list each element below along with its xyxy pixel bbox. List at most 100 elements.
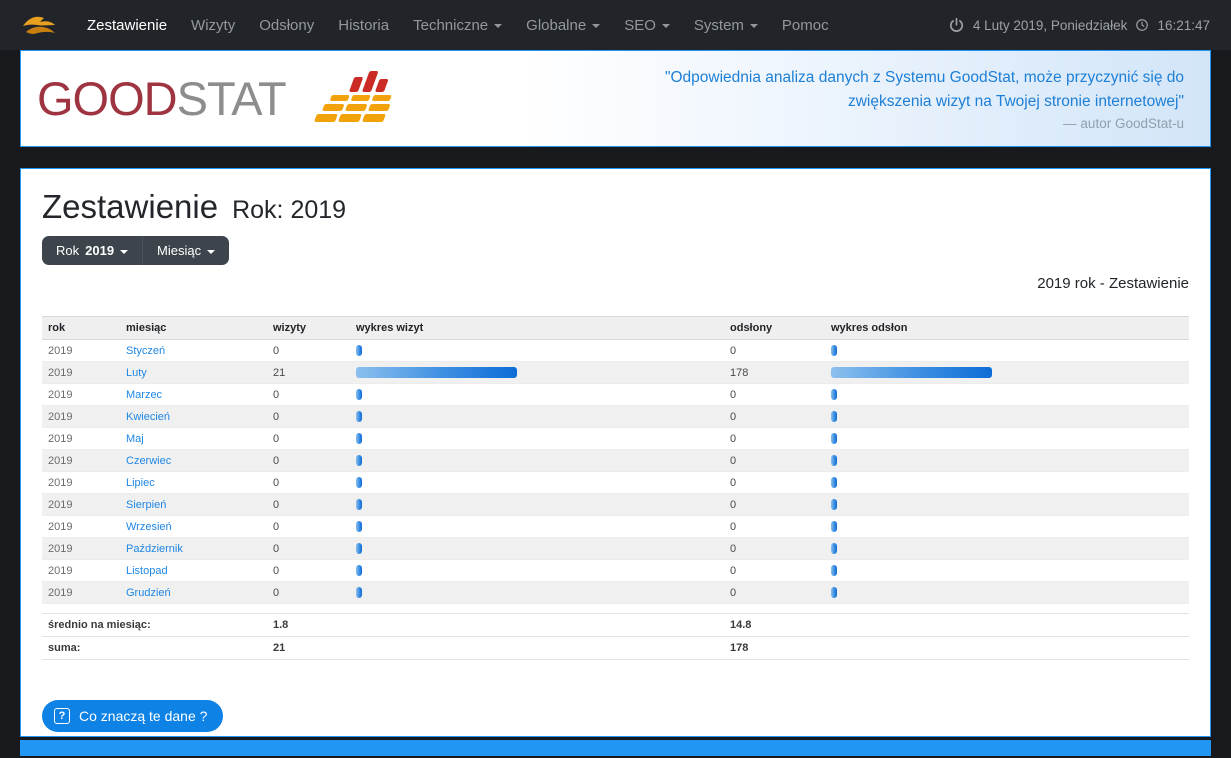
cell-wizyty: 0 xyxy=(267,559,350,582)
odslony-bar xyxy=(831,345,837,356)
month-link-styczen[interactable]: Styczeń xyxy=(126,345,165,357)
cell-rok: 2019 xyxy=(42,361,120,384)
odslony-bar xyxy=(831,521,837,532)
cell-rok: 2019 xyxy=(42,427,120,450)
cell-odslony: 0 xyxy=(724,471,825,494)
table-row: 2019 Maj 0 0 xyxy=(42,427,1189,450)
cell-odslony: 0 xyxy=(724,581,825,604)
cell-rok: 2019 xyxy=(42,515,120,538)
navbar-status-area: 4 Luty 2019, Poniedziałek 16:21:47 xyxy=(948,17,1210,34)
month-link-luty[interactable]: Luty xyxy=(126,367,147,379)
stats-table-header-row: rok miesiąc wizyty wykres wizyt odsłony … xyxy=(42,316,1189,340)
nav-item-historia[interactable]: Historia xyxy=(326,17,401,34)
month-filter-button[interactable]: Miesiąc xyxy=(142,236,230,265)
cell-rok: 2019 xyxy=(42,449,120,472)
cell-wizyty: 21 xyxy=(267,361,350,384)
cell-odslony: 178 xyxy=(724,361,825,384)
nav-item-wizyty[interactable]: Wizyty xyxy=(179,17,247,34)
nav-item-seo[interactable]: SEO xyxy=(612,17,682,34)
goodstat-logo: GOODSTAT xyxy=(37,67,402,130)
table-caption: 2019 rok - Zestawienie xyxy=(1037,275,1189,292)
cell-wizyty: 0 xyxy=(267,471,350,494)
cell-wizyty: 0 xyxy=(267,493,350,516)
table-row: 2019 Wrzesień 0 0 xyxy=(42,515,1189,538)
year-filter-value: 2019 xyxy=(85,243,115,258)
year-filter-button[interactable]: Rok 2019 xyxy=(42,236,143,265)
page-title-row: Zestawienie Rok: 2019 xyxy=(42,188,1189,226)
cell-wizyty: 0 xyxy=(267,581,350,604)
odslony-bar xyxy=(831,477,837,488)
nav-item-system[interactable]: System xyxy=(682,17,770,34)
wizyty-bar xyxy=(356,521,362,532)
month-link-sierpien[interactable]: Sierpień xyxy=(126,499,166,511)
wizyty-bar xyxy=(356,389,362,400)
footer-bar xyxy=(20,740,1211,756)
top-navbar: Zestawienie Wizyty Odsłony Historia Technicz… xyxy=(0,0,1231,50)
summary-average-wizyty: 1.8 xyxy=(267,613,350,637)
cell-wizyty: 0 xyxy=(267,515,350,538)
page-subtitle: Rok: 2019 xyxy=(232,196,347,224)
chevron-down-icon xyxy=(661,24,670,28)
stats-table: rok miesiąc wizyty wykres wizyt odsłony … xyxy=(42,316,1189,604)
cell-odslony: 0 xyxy=(724,383,825,406)
nav-item-globalne[interactable]: Globalne xyxy=(514,17,612,34)
table-row: 2019 Grudzień 0 0 xyxy=(42,581,1189,604)
col-header-miesiac: miesiąc xyxy=(120,316,267,340)
main-content-card: Zestawienie Rok: 2019 Rok 2019 Miesiąc 2… xyxy=(20,168,1211,737)
cell-rok: 2019 xyxy=(42,405,120,428)
nav-item-zestawienie[interactable]: Zestawienie xyxy=(75,17,179,34)
nav-item-techniczne[interactable]: Techniczne xyxy=(401,17,514,34)
month-link-czerwiec[interactable]: Czerwiec xyxy=(126,455,171,467)
month-link-kwiecien[interactable]: Kwiecień xyxy=(126,411,170,423)
chevron-down-icon xyxy=(592,24,601,28)
header-quote: "Odpowiednia analiza danych z Systemu Go… xyxy=(665,66,1184,131)
goodstat-chart-graphic-icon xyxy=(296,67,402,130)
table-row: 2019 Lipiec 0 0 xyxy=(42,471,1189,494)
summary-average-odslony: 14.8 xyxy=(724,613,825,637)
month-link-pazdziernik[interactable]: Październik xyxy=(126,543,183,555)
cell-wizyty: 0 xyxy=(267,537,350,560)
quote-line-2: zwiększenia wizyt na Twojej stronie inte… xyxy=(847,92,1184,110)
current-date: 4 Luty 2019, Poniedziałek xyxy=(972,17,1128,33)
cell-odslony: 0 xyxy=(724,339,825,362)
month-link-listopad[interactable]: Listopad xyxy=(126,565,168,577)
help-button[interactable]: ? Co znaczą te dane ? xyxy=(42,700,224,732)
cell-rok: 2019 xyxy=(42,581,120,604)
month-link-maj[interactable]: Maj xyxy=(126,433,144,445)
cell-rok: 2019 xyxy=(42,383,120,406)
chevron-down-icon xyxy=(749,24,758,28)
chevron-down-icon xyxy=(494,24,503,28)
cell-wizyty: 0 xyxy=(267,449,350,472)
cell-rok: 2019 xyxy=(42,493,120,516)
month-link-grudzien[interactable]: Grudzień xyxy=(126,587,171,599)
stats-table-body: 2019 Styczeń 0 0 2019 Luty 21 178 2019 M… xyxy=(42,339,1189,604)
table-row: 2019 Styczeń 0 0 xyxy=(42,339,1189,362)
wizyty-bar xyxy=(356,433,362,444)
chevron-down-icon xyxy=(120,249,129,254)
main-nav: Zestawienie Wizyty Odsłony Historia Technicz… xyxy=(75,17,841,34)
goodstat-brand-icon[interactable] xyxy=(21,13,57,37)
summary-sum-wizyty: 21 xyxy=(267,636,350,660)
wizyty-bar xyxy=(356,565,362,576)
month-link-lipiec[interactable]: Lipiec xyxy=(126,477,155,489)
logo-text-stat: STAT xyxy=(176,72,287,125)
odslony-bar xyxy=(831,389,837,400)
question-mark-icon: ? xyxy=(54,708,70,724)
odslony-bar xyxy=(831,367,992,378)
help-button-label: Co znaczą te dane ? xyxy=(79,708,208,724)
nav-item-pomoc[interactable]: Pomoc xyxy=(770,17,841,34)
page-title: Zestawienie xyxy=(42,188,219,225)
month-link-marzec[interactable]: Marzec xyxy=(126,389,162,401)
table-row: 2019 Sierpień 0 0 xyxy=(42,493,1189,516)
nav-item-odslony[interactable]: Odsłony xyxy=(247,17,326,34)
cell-wizyty: 0 xyxy=(267,383,350,406)
wizyty-bar xyxy=(356,411,362,422)
month-filter-label: Miesiąc xyxy=(157,243,202,258)
power-icon[interactable] xyxy=(948,17,965,34)
year-filter-label: Rok xyxy=(56,243,80,258)
current-time: 16:21:47 xyxy=(1157,17,1210,33)
summary-label-average: średnio na miesiąc: xyxy=(42,613,267,637)
cell-odslony: 0 xyxy=(724,427,825,450)
month-link-wrzesien[interactable]: Wrzesień xyxy=(126,521,172,533)
summary-sum-odslony: 178 xyxy=(724,636,825,660)
